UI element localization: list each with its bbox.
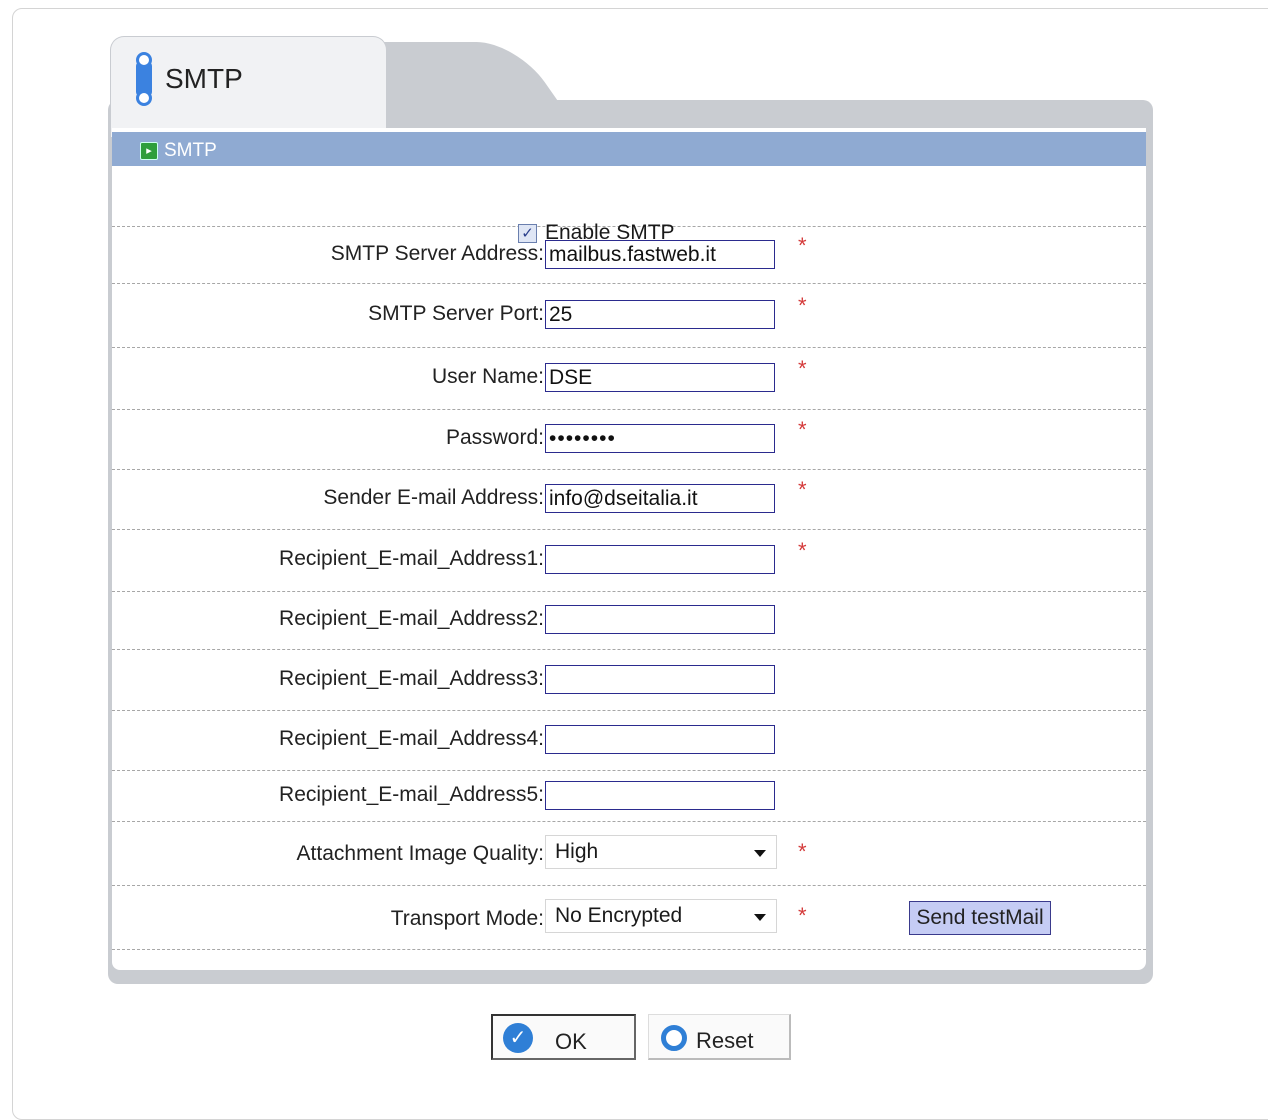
field-input[interactable] — [545, 665, 775, 694]
expand-icon[interactable]: ▸ — [140, 142, 158, 160]
chevron-down-icon — [754, 850, 766, 857]
enable-row: ✓ Enable SMTP — [112, 166, 1146, 244]
field-label: Password: — [445, 426, 544, 449]
chevron-down-icon — [754, 914, 766, 921]
field-row: Password: •••••••• * — [112, 409, 1146, 470]
reset-label: Reset — [696, 1028, 754, 1053]
field-row: User Name: DSE * — [112, 347, 1146, 410]
required-marker: * — [798, 356, 807, 381]
field-row: SMTP Server Port: 25 * — [112, 283, 1146, 348]
field-label: Recipient_E-mail_Address3: — [279, 667, 544, 690]
send-test-mail-button[interactable]: Send testMail — [909, 901, 1051, 935]
attachment-quality-select[interactable]: High — [545, 835, 777, 869]
field-label: User Name: — [431, 365, 544, 388]
required-marker: * — [798, 417, 807, 442]
field-input[interactable] — [545, 781, 775, 810]
required-marker: * — [798, 839, 807, 864]
tab-smtp[interactable]: SMTP — [110, 36, 387, 137]
field-input[interactable]: DSE — [545, 363, 775, 392]
field-label: SMTP Server Port: — [368, 302, 544, 325]
transport-mode-select[interactable]: No Encrypted — [545, 899, 777, 933]
field-label: Recipient_E-mail_Address4: — [279, 727, 544, 750]
attachment-quality-label: Attachment Image Quality: — [296, 842, 544, 865]
field-row: Sender E-mail Address: info@dseitalia.it * — [112, 469, 1146, 530]
field-input[interactable] — [545, 725, 775, 754]
ok-button[interactable]: ✓ OK — [491, 1014, 636, 1060]
attachment-quality-value: High — [555, 840, 599, 863]
reset-button[interactable]: Reset — [648, 1014, 791, 1060]
field-input[interactable]: info@dseitalia.it — [545, 484, 775, 513]
field-row: Recipient_E-mail_Address4: — [112, 710, 1146, 771]
required-marker: * — [798, 477, 807, 502]
field-input[interactable] — [545, 545, 775, 574]
field-label: Sender E-mail Address: — [323, 486, 544, 509]
field-label: Recipient_E-mail_Address1: — [279, 547, 544, 570]
required-marker: * — [798, 538, 807, 563]
field-label: SMTP Server Address: — [330, 242, 544, 265]
field-row: SMTP Server Address: mailbus.fastweb.it * — [112, 226, 1146, 284]
smtp-form: ▸ SMTP ✓ Enable SMTP SMTP Server Address… — [112, 128, 1146, 970]
transport-mode-value: No Encrypted — [555, 904, 683, 927]
section-header: ▸ SMTP — [112, 132, 1146, 166]
required-marker: * — [798, 293, 807, 318]
required-marker: * — [798, 903, 807, 928]
field-row: Recipient_E-mail_Address2: — [112, 591, 1146, 650]
field-label: Recipient_E-mail_Address2: — [279, 607, 544, 630]
field-input[interactable]: 25 — [545, 300, 775, 329]
ok-label: OK — [555, 1029, 587, 1054]
reset-icon — [661, 1025, 687, 1051]
section-title: SMTP — [164, 140, 217, 161]
required-marker: * — [798, 233, 807, 258]
attachment-quality-row: Attachment Image Quality: High * — [112, 821, 1146, 886]
field-input[interactable] — [545, 605, 775, 634]
field-label: Recipient_E-mail_Address5: — [279, 783, 544, 806]
tab-marker-icon — [136, 52, 152, 106]
tab-title: SMTP — [165, 63, 243, 94]
field-row: Recipient_E-mail_Address5: — [112, 770, 1146, 822]
check-icon: ✓ — [503, 1023, 533, 1053]
field-row: Recipient_E-mail_Address3: — [112, 649, 1146, 711]
field-input[interactable]: mailbus.fastweb.it — [545, 240, 775, 269]
field-input[interactable]: •••••••• — [545, 424, 775, 453]
field-row: Recipient_E-mail_Address1: * — [112, 529, 1146, 592]
transport-mode-label: Transport Mode: — [390, 907, 544, 930]
